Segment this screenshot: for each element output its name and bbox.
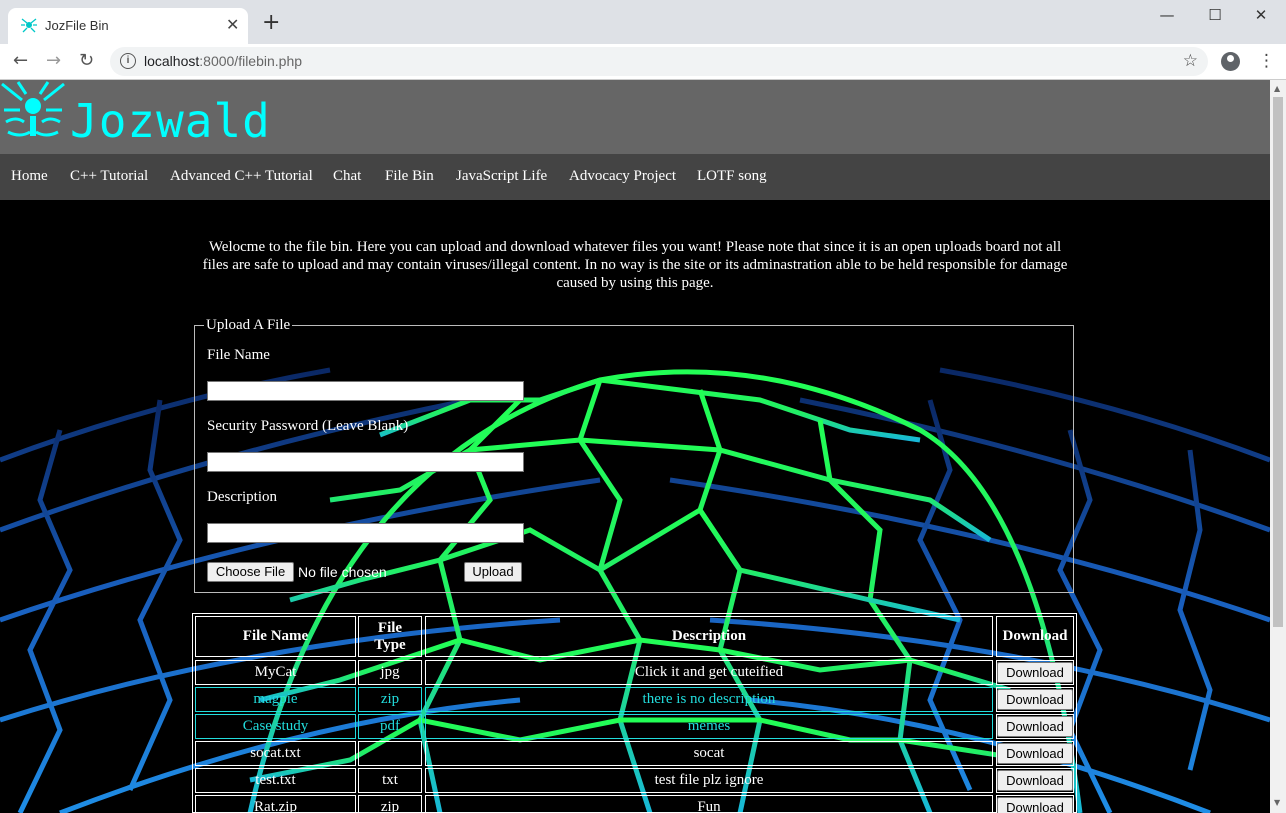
table-cell-file-name: MyCat — [195, 660, 356, 685]
table-cell-download: Download — [996, 687, 1074, 712]
url-text: localhost:8000/filebin.php — [144, 53, 303, 69]
choose-file-button[interactable]: Choose File — [207, 562, 294, 582]
download-button[interactable]: Download — [997, 743, 1073, 764]
table-header-file-name: File Name — [195, 616, 356, 657]
browser-menu-icon[interactable]: ⋮ — [1258, 51, 1275, 71]
page-scrollbar[interactable]: ▲ ▼ — [1270, 80, 1286, 813]
download-button[interactable]: Download — [997, 662, 1073, 683]
profile-avatar-icon[interactable] — [1221, 52, 1240, 71]
nav-link-advocacy-project[interactable]: Advocacy Project — [569, 168, 676, 185]
table-cell-file-name: test.txt — [195, 768, 356, 793]
site-info-icon[interactable]: i — [120, 53, 136, 69]
file-table: File Name File Type Description Download MyC… — [192, 613, 1077, 813]
nav-link-lotf-song[interactable]: LOTF song — [697, 168, 767, 185]
site-brand-title: Jozwald — [70, 94, 271, 148]
table-cell-description: Click it and get cuteified — [425, 660, 993, 685]
security-password-input[interactable] — [207, 452, 524, 472]
table-cell-file-name[interactable]: magpie — [195, 687, 356, 712]
site-nav: Home C++ Tutorial Advanced C++ Tutorial … — [0, 154, 1270, 200]
file-name-label: File Name — [207, 347, 270, 363]
password-label: Security Password (Leave Blank) — [207, 418, 409, 434]
table-cell-file-type: txt — [358, 768, 422, 793]
bookmark-star-icon[interactable]: ☆ — [1183, 51, 1198, 71]
download-button[interactable]: Download — [997, 797, 1073, 813]
table-cell-file-type — [358, 741, 422, 766]
nav-link-chat[interactable]: Chat — [333, 168, 361, 185]
no-file-chosen-text: No file chosen — [298, 564, 387, 580]
jozwald-logo-icon — [1, 81, 65, 137]
table-cell-file-type[interactable]: zip — [358, 687, 422, 712]
table-cell-file-name: socat.txt — [195, 741, 356, 766]
table-cell-download: Download — [996, 768, 1074, 793]
browser-tab[interactable]: JozFile Bin ✕ — [8, 8, 248, 44]
table-cell-file-type: zip — [358, 795, 422, 813]
intro-text: Welocme to the file bin. Here you can up… — [202, 239, 1068, 291]
forward-icon[interactable]: → — [46, 51, 61, 71]
scroll-down-icon[interactable]: ▼ — [1274, 798, 1280, 807]
table-cell-download: Download — [996, 795, 1074, 813]
scroll-up-icon[interactable]: ▲ — [1274, 84, 1280, 93]
browser-tabstrip: JozFile Bin ✕ + — ☐ ✕ — [0, 0, 1286, 44]
table-cell-description: test file plz ignore — [425, 768, 993, 793]
reload-icon[interactable]: ↻ — [79, 51, 94, 71]
file-name-input[interactable] — [207, 381, 524, 401]
table-cell-file-name: Rat.zip — [195, 795, 356, 813]
table-cell-file-type[interactable]: pdf — [358, 714, 422, 739]
table-header-description: Description — [425, 616, 993, 657]
download-button[interactable]: Download — [997, 689, 1073, 710]
upload-button[interactable]: Upload — [464, 562, 522, 582]
address-bar[interactable]: i localhost:8000/filebin.php ☆ — [110, 47, 1208, 76]
upload-legend: Upload A File — [206, 317, 291, 333]
table-cell-description[interactable]: there is no description — [425, 687, 993, 712]
tab-close-icon[interactable]: ✕ — [226, 16, 239, 34]
new-tab-icon[interactable]: + — [262, 12, 280, 34]
table-cell-download: Download — [996, 660, 1074, 685]
site-header: Jozwald — [0, 80, 1270, 154]
table-cell-description: Fun — [425, 795, 993, 813]
nav-link-advanced-cpp[interactable]: Advanced C++ Tutorial — [170, 168, 313, 185]
table-cell-description[interactable]: memes — [425, 714, 993, 739]
table-cell-download: Download — [996, 741, 1074, 766]
window-close-icon[interactable]: ✕ — [1246, 6, 1276, 24]
maximize-icon[interactable]: ☐ — [1200, 6, 1230, 24]
nav-link-javascript-life[interactable]: JavaScript Life — [456, 168, 547, 185]
nav-link-cpp-tutorial[interactable]: C++ Tutorial — [70, 168, 148, 185]
nav-link-home[interactable]: Home — [11, 168, 48, 185]
minimize-icon[interactable]: — — [1152, 6, 1182, 24]
nav-link-file-bin[interactable]: File Bin — [385, 168, 434, 185]
table-cell-file-type: jpg — [358, 660, 422, 685]
table-header-file-type: File Type — [358, 616, 422, 657]
download-button[interactable]: Download — [997, 716, 1073, 737]
table-cell-download: Download — [996, 714, 1074, 739]
table-header-download: Download — [996, 616, 1074, 657]
description-input[interactable] — [207, 523, 524, 543]
download-button[interactable]: Download — [997, 770, 1073, 791]
browser-toolbar: ← → ↻ i localhost:8000/filebin.php ☆ — [0, 44, 1286, 80]
page-viewport: Jozwald Home C++ Tutorial Advanced C++ T… — [0, 80, 1270, 813]
tab-title: JozFile Bin — [45, 18, 109, 33]
back-icon[interactable]: ← — [13, 51, 28, 71]
table-cell-file-name[interactable]: Case study — [195, 714, 356, 739]
description-label: Description — [207, 489, 277, 505]
table-cell-description: socat — [425, 741, 993, 766]
scrollbar-thumb[interactable] — [1273, 97, 1283, 627]
jozwald-favicon-icon — [21, 18, 37, 33]
